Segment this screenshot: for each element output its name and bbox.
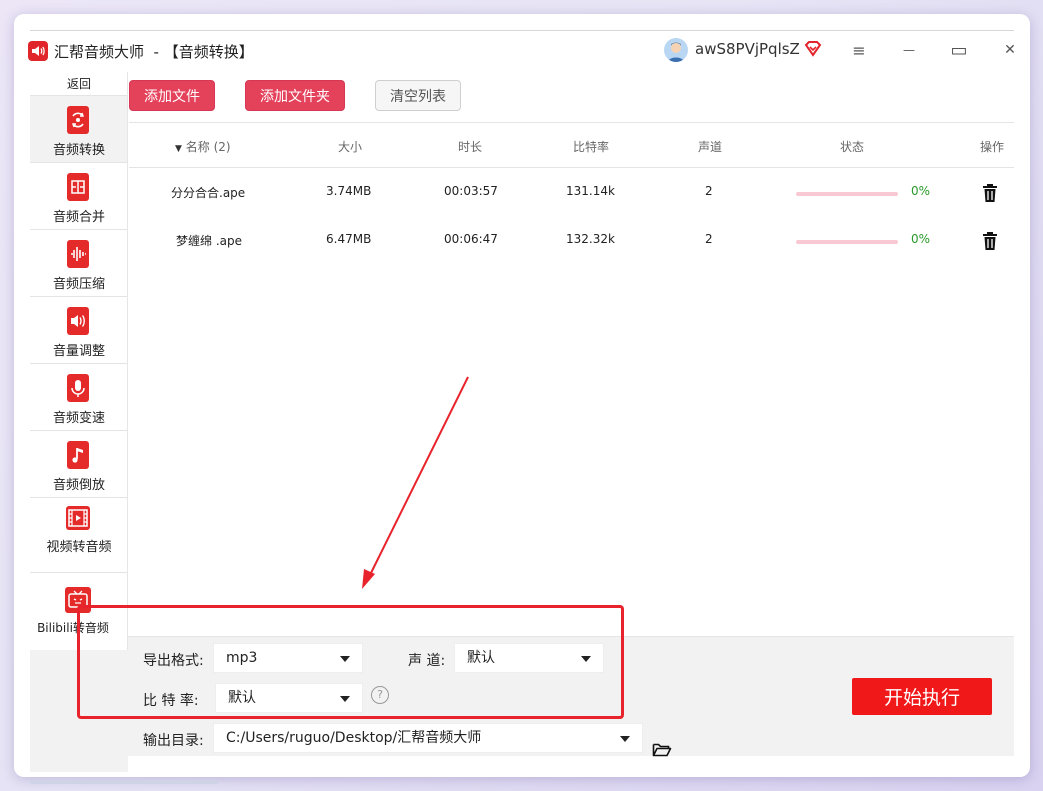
horizontal-scrollbar[interactable] (30, 780, 218, 784)
annotation-highlight-box (77, 605, 624, 719)
